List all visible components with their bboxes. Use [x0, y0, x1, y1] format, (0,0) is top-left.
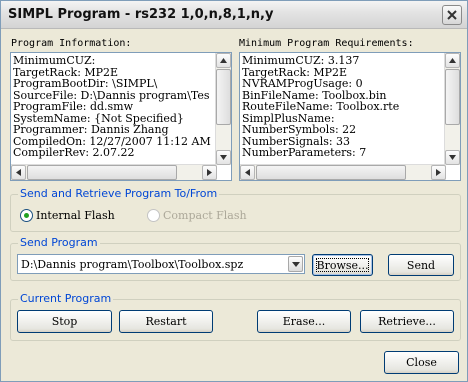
info-line: CompilerRev: 2.07.22 — [13, 146, 135, 159]
scroll-up-button[interactable] — [216, 53, 231, 68]
compact-flash-label[interactable]: Compact Flash — [163, 209, 247, 222]
scroll-thumb[interactable] — [256, 165, 406, 180]
retrieve-button[interactable]: Retrieve... — [360, 310, 454, 333]
info-line: NVRAMProgUsage: 0 — [242, 77, 363, 90]
info-line: RouteFileName: Toolbox.rte — [242, 100, 400, 113]
window-title: SIMPL Program - rs232 1,0,n,8,1,n,y — [8, 7, 274, 22]
arrow-up-icon — [449, 58, 456, 63]
title-bar[interactable]: SIMPL Program - rs232 1,0,n,8,1,n,y — [1, 1, 467, 29]
scroll-right-button[interactable] — [431, 165, 446, 180]
restart-button[interactable]: Restart — [119, 310, 213, 333]
title-close-button[interactable] — [442, 5, 462, 25]
min-requirements-label: Minimum Program Requirements: — [239, 38, 414, 49]
close-button[interactable]: Close — [384, 351, 459, 374]
arrow-right-icon — [207, 169, 212, 176]
program-info-label: Program Information: — [11, 38, 132, 49]
send-program-group-label: Send Program — [18, 236, 100, 249]
info-line: MinimumCUZ: 3.137 — [242, 55, 360, 67]
simpl-program-dialog: SIMPL Program - rs232 1,0,n,8,1,n,y Prog… — [0, 0, 468, 382]
min-requirements-vscrollbar[interactable] — [444, 53, 460, 165]
scroll-right-button[interactable] — [202, 165, 217, 180]
info-line: ProgramBootDir: \SIMPL\ — [13, 77, 158, 90]
arrow-left-icon — [16, 169, 21, 176]
stop-button-label: Stop — [51, 315, 78, 328]
chevron-down-icon — [291, 261, 300, 267]
erase-button[interactable]: Erase... — [257, 310, 351, 333]
close-button-label: Close — [406, 356, 437, 369]
info-line: ProgramFile: dd.smw — [13, 100, 134, 113]
min-requirements-listbox[interactable]: MinimumCUZ: 3.137 TargetRack: MP2E NVRAMPr… — [239, 52, 461, 181]
arrow-up-icon — [220, 58, 227, 63]
internal-flash-radio[interactable] — [20, 209, 33, 222]
info-line: NumberParameters: 7 — [242, 146, 367, 159]
erase-button-label: Erase... — [282, 315, 326, 328]
radio-selected-dot — [24, 213, 29, 218]
scroll-thumb[interactable] — [445, 69, 460, 125]
min-requirements-hscrollbar[interactable] — [240, 164, 446, 180]
arrow-right-icon — [436, 169, 441, 176]
browse-button-label: Browse... — [316, 258, 369, 272]
info-line: Programmer: Dannis Zhang — [13, 123, 169, 136]
arrow-left-icon — [245, 169, 250, 176]
retrieve-button-label: Retrieve... — [378, 315, 436, 328]
send-button[interactable]: Send — [388, 254, 454, 276]
scroll-left-button[interactable] — [240, 165, 255, 180]
current-program-group-label: Current Program — [18, 292, 114, 305]
program-info-listbox[interactable]: MinimumCUZ: TargetRack: MP2E ProgramBootDi… — [10, 52, 232, 181]
close-icon — [447, 10, 457, 20]
browse-button[interactable]: Browse... — [312, 254, 373, 276]
scroll-down-button[interactable] — [445, 150, 460, 165]
program-info-vscrollbar[interactable] — [215, 53, 231, 165]
stop-button[interactable]: Stop — [17, 310, 112, 333]
scroll-thumb[interactable] — [27, 165, 177, 180]
arrow-down-icon — [220, 155, 227, 160]
send-button-label: Send — [406, 258, 436, 272]
scroll-down-button[interactable] — [216, 150, 231, 165]
scroll-thumb[interactable] — [216, 69, 231, 125]
send-retrieve-group-label: Send and Retrieve Program To/From — [18, 187, 220, 200]
min-requirements-lines: MinimumCUZ: 3.137 TargetRack: MP2E NVRAMPr… — [242, 55, 444, 159]
program-path-combobox[interactable]: D:\Dannis program\Toolbox\Toolbox.spz — [17, 254, 305, 274]
internal-flash-label[interactable]: Internal Flash — [36, 209, 115, 222]
program-info-hscrollbar[interactable] — [11, 164, 217, 180]
info-line: NumberSymbols: 22 — [242, 123, 357, 136]
compact-flash-radio[interactable] — [147, 209, 160, 222]
restart-button-label: Restart — [145, 315, 187, 328]
scroll-left-button[interactable] — [11, 165, 26, 180]
scroll-up-button[interactable] — [445, 53, 460, 68]
program-path-value: D:\Dannis program\Toolbox\Toolbox.spz — [21, 258, 244, 271]
combobox-dropdown-button[interactable] — [288, 256, 303, 272]
arrow-down-icon — [449, 155, 456, 160]
info-line: MinimumCUZ: — [13, 55, 96, 67]
program-info-lines: MinimumCUZ: TargetRack: MP2E ProgramBootDi… — [13, 55, 215, 159]
